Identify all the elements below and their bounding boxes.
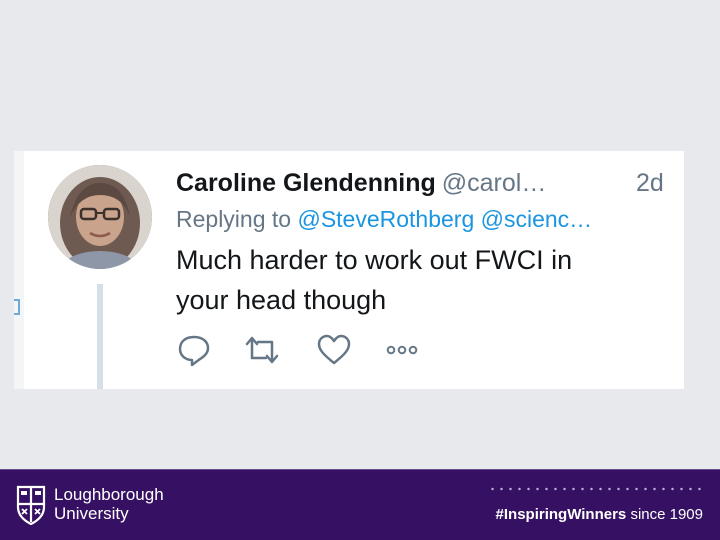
author-name[interactable]: Caroline Glendenning [176, 169, 436, 197]
mention-link[interactable]: @SteveRothberg [297, 206, 474, 232]
avatar[interactable] [48, 165, 152, 269]
thread-line [97, 284, 103, 389]
tweet-text-line: Much harder to work out FWCI in [176, 245, 573, 275]
university-crest-icon [16, 485, 46, 525]
tweet-timestamp[interactable]: 2d [636, 168, 664, 198]
dotted-divider [488, 486, 706, 492]
author-handle[interactable]: @carol… [442, 169, 547, 197]
footer-tagline: #InspiringWinners since 1909 [496, 505, 703, 525]
bracket-icon [14, 299, 20, 315]
reply-button[interactable] [176, 332, 212, 368]
university-name-line: University [54, 504, 129, 523]
more-icon [386, 345, 418, 355]
reply-icon [178, 335, 210, 367]
avatar-photo [48, 165, 152, 269]
tweet-actions [176, 332, 436, 368]
retweet-icon [245, 336, 279, 364]
university-name: Loughborough University [54, 485, 164, 523]
replying-to-line: Replying to @SteveRothberg @scienc… [176, 204, 666, 234]
mention-link[interactable]: @scienc… [481, 206, 593, 232]
since-year: since 1909 [630, 506, 703, 523]
hashtag: #InspiringWinners [495, 506, 627, 523]
left-edge-strip [14, 151, 24, 389]
more-button[interactable] [382, 332, 422, 368]
like-button[interactable] [316, 332, 352, 368]
replying-to-label: Replying to [176, 206, 292, 232]
tweet-text-line: your head though [176, 285, 387, 315]
heart-icon [317, 334, 351, 365]
university-name-line: Loughborough [54, 485, 164, 504]
retweet-button[interactable] [242, 332, 282, 368]
tweet-header: Caroline Glendenning @carol… 2d [176, 168, 676, 198]
tweet-text: Much harder to work out FWCI in your hea… [176, 240, 656, 320]
